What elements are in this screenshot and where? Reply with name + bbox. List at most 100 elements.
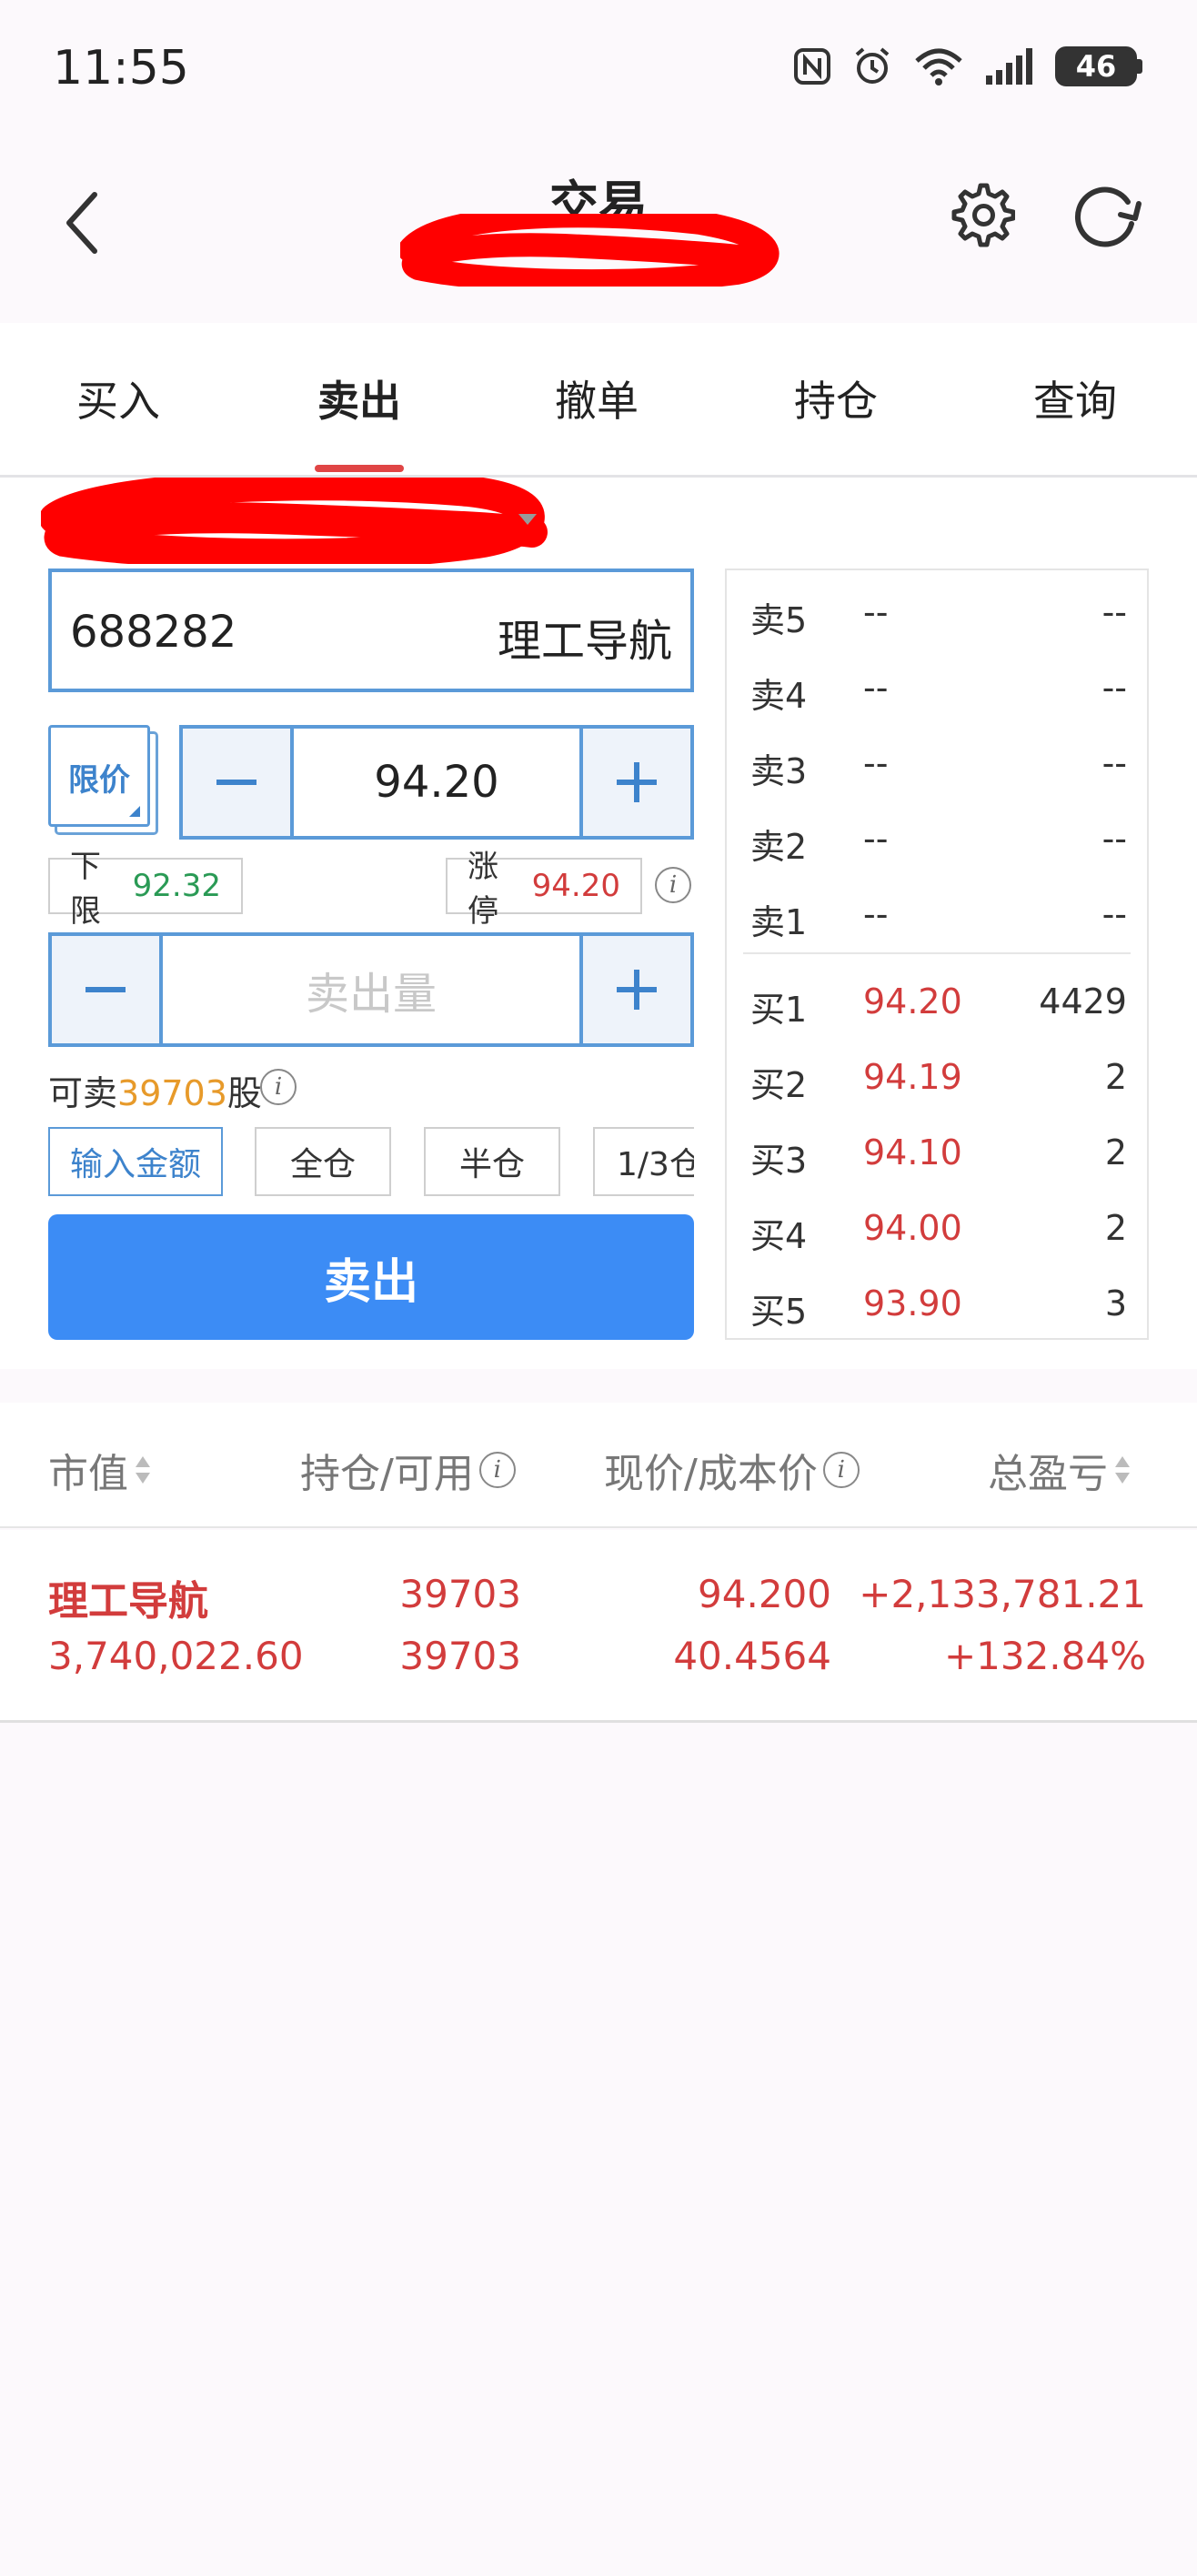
- trade-tabs: 买入 卖出 撤单 持仓 查询: [0, 323, 1197, 478]
- tab-cancel[interactable]: 撤单: [506, 368, 688, 428]
- upper-limit-tag: 涨停 94.20: [446, 849, 642, 930]
- lower-limit-tag: 下限 92.32: [48, 849, 243, 930]
- active-tab-indicator: [315, 465, 404, 472]
- bid-label: 买2: [750, 1065, 808, 1105]
- column-label: 现价/成本价: [604, 1451, 818, 1497]
- price-decrease-button[interactable]: [183, 729, 294, 836]
- order-type-label: 限价: [68, 762, 130, 799]
- ask-row: 卖1 -- --: [727, 880, 1147, 952]
- stock-name: 理工导航: [497, 616, 672, 667]
- sellable-number: 39703: [117, 1073, 227, 1113]
- column-label: 市值: [48, 1451, 128, 1497]
- full-position-button[interactable]: 全仓: [255, 1127, 391, 1196]
- info-icon[interactable]: i: [822, 1452, 860, 1488]
- position-current-price: 94.200: [698, 1572, 831, 1616]
- info-icon[interactable]: i: [260, 1069, 297, 1105]
- app-header: 交易: [0, 136, 1197, 318]
- bid-price: 94.20: [863, 981, 962, 1021]
- info-icon[interactable]: i: [478, 1452, 516, 1488]
- ask-volume: --: [1101, 592, 1127, 632]
- input-amount-button[interactable]: 输入金额: [48, 1127, 223, 1196]
- lower-limit-value: 92.32: [132, 868, 221, 904]
- bid-price: 94.10: [863, 1132, 962, 1172]
- ask-label: 卖4: [750, 676, 808, 716]
- ask-volume: --: [1101, 668, 1127, 708]
- corner-triangle-icon: [129, 806, 140, 817]
- ask-label: 卖2: [750, 827, 808, 867]
- ask-label: 卖1: [750, 902, 808, 942]
- sellable-quantity: 可卖39703股: [48, 1065, 262, 1115]
- position-holding: 39703: [399, 1572, 521, 1616]
- ask-price: --: [863, 592, 889, 632]
- minus-icon: [216, 780, 256, 785]
- quantity-decrease-button[interactable]: [52, 936, 163, 1043]
- bid-volume: 4429: [1039, 981, 1127, 1021]
- gear-icon[interactable]: [946, 180, 1015, 249]
- bid-label: 买5: [750, 1292, 808, 1332]
- sell-panel: 688282 理工导航 限价 94.20 下限 92.32 涨停 94.20 i…: [0, 478, 1197, 1369]
- third-position-button[interactable]: 1/3仓: [593, 1127, 694, 1196]
- bid-row[interactable]: 买4 94.00 2: [727, 1193, 1147, 1266]
- ask-price: --: [863, 819, 889, 859]
- sell-submit-button[interactable]: 卖出: [48, 1214, 694, 1340]
- plus-icon: [617, 970, 657, 1010]
- bid-row[interactable]: 买3 94.10 2: [727, 1118, 1147, 1191]
- status-bar: 11:55 46: [0, 0, 1197, 136]
- bid-row[interactable]: 买1 94.20 4429: [727, 967, 1147, 1040]
- minus-icon: [86, 987, 126, 992]
- position-total-pnl: +2,133,781.21: [859, 1572, 1146, 1616]
- column-price[interactable]: 现价/成本价 i: [604, 1441, 860, 1499]
- tab-query[interactable]: 查询: [984, 368, 1166, 428]
- column-label: 总盈亏: [988, 1451, 1108, 1497]
- half-position-button[interactable]: 半仓: [424, 1127, 560, 1196]
- signal-icon: [986, 48, 1032, 85]
- quantity-input[interactable]: 卖出量: [163, 936, 579, 1043]
- chevron-down-icon[interactable]: [518, 514, 537, 527]
- bid-volume: 3: [1104, 1283, 1127, 1323]
- column-holding[interactable]: 持仓/可用 i: [300, 1441, 516, 1499]
- bid-volume: 2: [1104, 1132, 1127, 1172]
- orderbook-divider: [743, 952, 1131, 954]
- column-market-value[interactable]: 市值: [48, 1441, 152, 1499]
- position-total-pnl-pct: +132.84%: [943, 1634, 1146, 1678]
- tab-buy[interactable]: 买入: [27, 368, 209, 428]
- ask-row: 卖4 -- --: [727, 653, 1147, 726]
- info-icon[interactable]: i: [655, 867, 691, 903]
- positions-header: 市值 持仓/可用 i 现价/成本价 i 总盈亏: [0, 1403, 1197, 1528]
- position-stock-name: 理工导航: [48, 1578, 208, 1625]
- column-label: 持仓/可用: [300, 1451, 474, 1497]
- ask-volume: --: [1101, 819, 1127, 859]
- stock-code: 688282: [70, 607, 237, 658]
- bid-volume: 2: [1104, 1057, 1127, 1097]
- price-increase-button[interactable]: [579, 729, 690, 836]
- price-input[interactable]: 94.20: [294, 729, 579, 836]
- bid-price: 93.90: [863, 1283, 962, 1323]
- bid-price: 94.19: [863, 1057, 962, 1097]
- redaction-mark: [400, 214, 780, 287]
- upper-limit-label: 涨停: [468, 849, 498, 930]
- position-row[interactable]: 理工导航 3,740,022.60 39703 39703 94.200 40.…: [0, 1530, 1197, 1723]
- battery-icon: 46: [1055, 46, 1142, 86]
- plus-icon: [617, 762, 657, 802]
- nfc-icon: [794, 48, 830, 85]
- bid-row[interactable]: 买2 94.19 2: [727, 1042, 1147, 1115]
- bid-label: 买1: [750, 990, 808, 1030]
- refresh-icon[interactable]: [1071, 182, 1144, 251]
- alarm-icon: [855, 47, 890, 84]
- ask-volume: --: [1101, 894, 1127, 934]
- column-total-pnl[interactable]: 总盈亏: [988, 1441, 1132, 1499]
- order-type-button[interactable]: 限价: [48, 725, 150, 827]
- bid-volume: 2: [1104, 1208, 1127, 1248]
- stock-code-input[interactable]: 688282 理工导航: [48, 569, 694, 692]
- ask-label: 卖5: [750, 600, 808, 640]
- bid-price: 94.00: [863, 1208, 962, 1248]
- ask-row: 卖2 -- --: [727, 804, 1147, 877]
- quantity-increase-button[interactable]: [579, 936, 690, 1043]
- bid-row[interactable]: 买5 93.90 3: [727, 1269, 1147, 1342]
- ask-price: --: [863, 743, 889, 783]
- wifi-icon: [915, 48, 962, 86]
- tab-holdings[interactable]: 持仓: [745, 368, 927, 428]
- quantity-stepper: 卖出量: [48, 932, 694, 1047]
- tab-sell[interactable]: 卖出: [268, 368, 450, 428]
- status-time: 11:55: [53, 41, 189, 96]
